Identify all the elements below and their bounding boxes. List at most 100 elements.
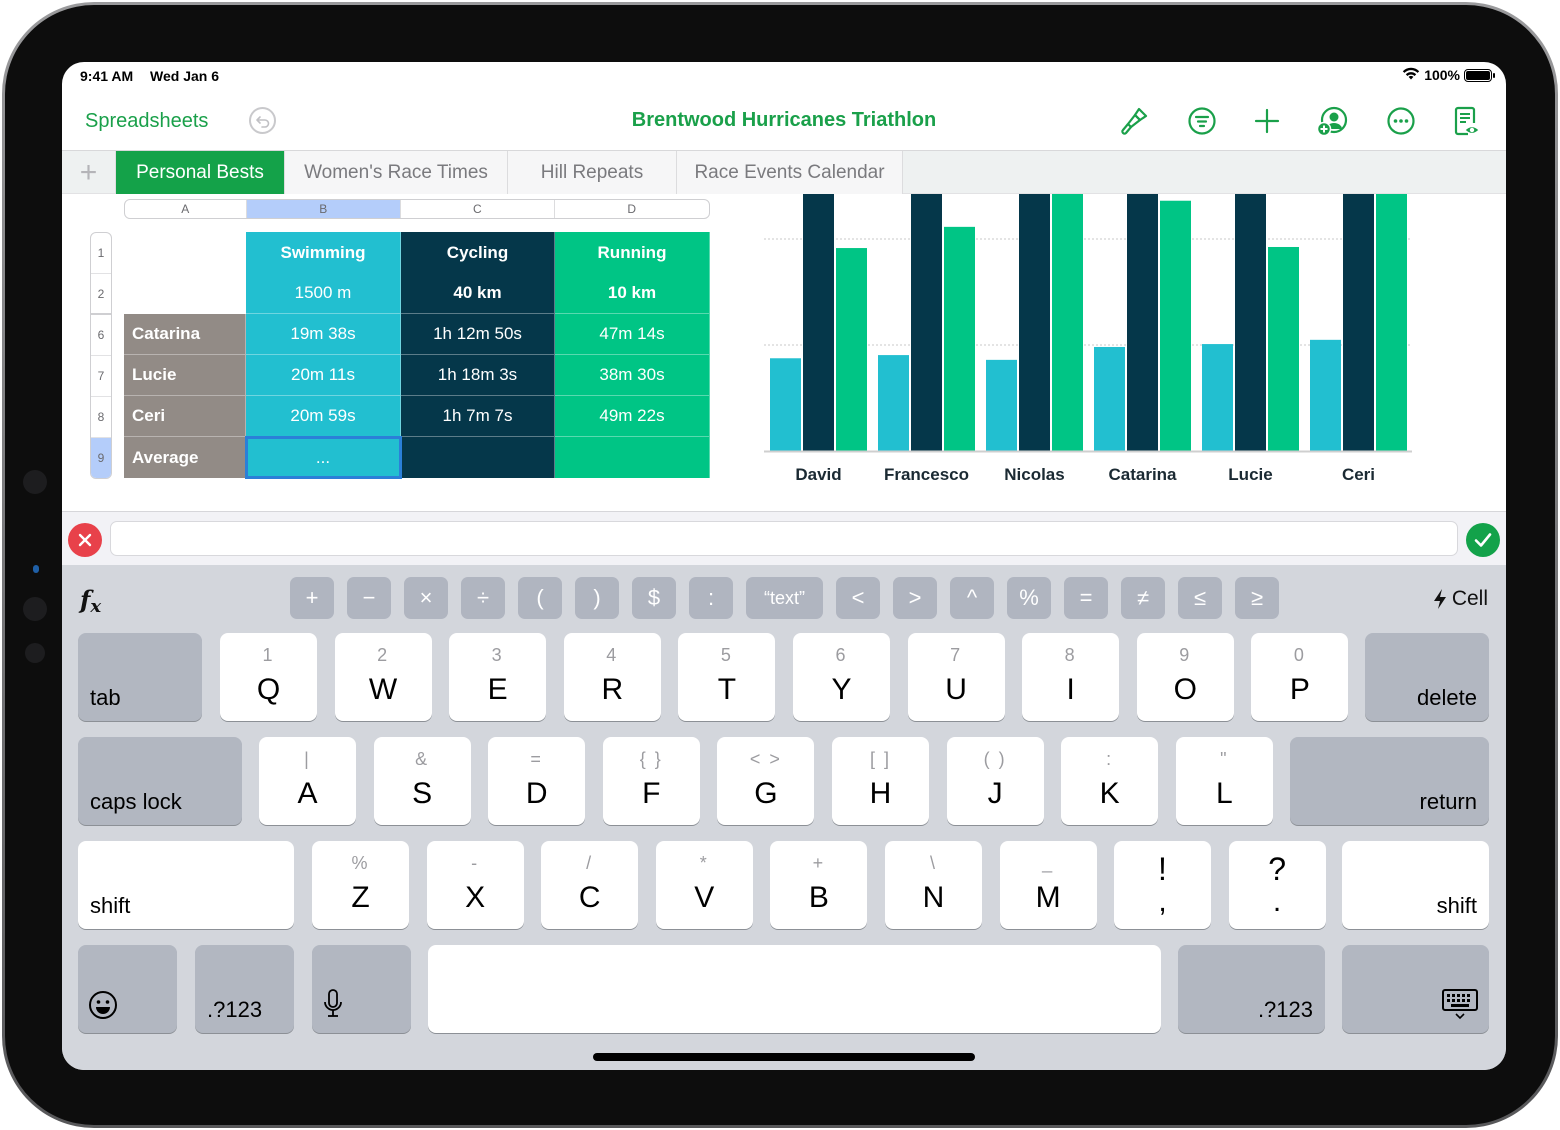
key-n[interactable]: \ N: [885, 841, 982, 929]
key-e[interactable]: 3E: [449, 633, 547, 721]
run-time[interactable]: 47m 14s: [555, 314, 710, 355]
column-header-d[interactable]: D: [555, 200, 709, 218]
key-h[interactable]: [ ] H: [832, 737, 929, 825]
add-icon[interactable]: [1250, 104, 1284, 138]
emoji-key[interactable]: [78, 945, 177, 1033]
distance-running[interactable]: 10 km: [555, 273, 710, 314]
operator-key-text[interactable]: “text”: [746, 577, 823, 619]
add-sheet-button[interactable]: +: [62, 151, 116, 194]
cancel-formula-button[interactable]: [68, 523, 102, 557]
key-p[interactable]: 0P: [1251, 633, 1349, 721]
shift-left-key[interactable]: shift: [78, 841, 294, 929]
distance-swimming[interactable]: 1500 m: [246, 273, 401, 314]
bar-cycling-francesco[interactable]: [911, 194, 942, 451]
tab-race-events-calendar[interactable]: Race Events Calendar: [677, 151, 903, 194]
shift-right-key[interactable]: shift: [1342, 841, 1489, 929]
bar-swimming-francesco[interactable]: [878, 355, 909, 451]
accept-formula-button[interactable]: [1466, 523, 1500, 557]
bar-swimming-david[interactable]: [770, 358, 801, 451]
column-header-b[interactable]: B: [246, 200, 402, 218]
dictation-key[interactable]: [312, 945, 411, 1033]
swim-time[interactable]: 19m 38s: [246, 314, 401, 355]
key-f[interactable]: { } F: [602, 737, 700, 825]
column-header-c[interactable]: C: [401, 200, 555, 218]
bar-cycling-david[interactable]: [803, 194, 834, 451]
bar-swimming-nicolas[interactable]: [986, 359, 1017, 451]
bar-swimming-catarina[interactable]: [1094, 346, 1125, 451]
row-header[interactable]: 2: [91, 274, 111, 315]
key-z[interactable]: % Z: [312, 841, 409, 929]
run-time[interactable]: 49m 22s: [555, 396, 710, 437]
collaborate-icon[interactable]: [1315, 104, 1349, 138]
row-header[interactable]: 6: [91, 315, 111, 356]
operator-key-close-paren[interactable]: ): [575, 577, 619, 619]
bar-running-catarina[interactable]: [1160, 200, 1191, 451]
row-header[interactable]: 8: [91, 397, 111, 438]
average-running[interactable]: [555, 437, 710, 478]
cell-reference-button[interactable]: Cell: [1432, 587, 1488, 611]
header-cycling[interactable]: Cycling: [401, 232, 555, 273]
key-o[interactable]: 9O: [1136, 633, 1234, 721]
bar-swimming-lucie[interactable]: [1202, 344, 1233, 451]
row-header-selected[interactable]: 9: [91, 438, 111, 478]
key-w[interactable]: 2W: [334, 633, 432, 721]
operator-key-percent[interactable]: %: [1007, 577, 1051, 619]
operator-key-less-equal[interactable]: ≤: [1178, 577, 1222, 619]
key-r[interactable]: 4R: [563, 633, 661, 721]
operator-key-equals[interactable]: =: [1064, 577, 1108, 619]
caps-lock-key[interactable]: caps lock: [78, 737, 242, 825]
formula-input[interactable]: [110, 521, 1458, 556]
bar-cycling-lucie[interactable]: [1235, 194, 1266, 451]
bar-running-lucie[interactable]: [1268, 246, 1299, 451]
row-header[interactable]: 7: [91, 356, 111, 397]
numbers-key-right[interactable]: .?123: [1178, 945, 1325, 1033]
tab-womens-race-times[interactable]: Women's Race Times: [285, 151, 508, 194]
key-m[interactable]: _ M: [999, 841, 1097, 929]
key-q[interactable]: 1Q: [220, 633, 317, 721]
format-brush-icon[interactable]: [1117, 104, 1151, 138]
average-cycling[interactable]: [401, 437, 555, 478]
bar-running-nicolas[interactable]: [1052, 194, 1083, 451]
bar-running-francesco[interactable]: [944, 226, 975, 451]
bar-cycling-catarina[interactable]: [1127, 194, 1158, 451]
home-indicator[interactable]: [593, 1053, 975, 1061]
key-y[interactable]: 6Y: [793, 633, 890, 721]
swim-time[interactable]: 20m 11s: [246, 355, 401, 396]
average-label[interactable]: Average: [124, 437, 246, 478]
operator-key-dollar[interactable]: $: [632, 577, 676, 619]
sort-filter-icon[interactable]: [1185, 104, 1219, 138]
bar-cycling-nicolas[interactable]: [1019, 194, 1050, 451]
function-button[interactable]: fx: [80, 585, 101, 617]
key-s[interactable]: & S: [373, 737, 471, 825]
tab-hill-repeats[interactable]: Hill Repeats: [508, 151, 677, 194]
column-header-a[interactable]: A: [125, 200, 247, 218]
cycle-time[interactable]: 1h 7m 7s: [401, 396, 555, 437]
cycle-time[interactable]: 1h 18m 3s: [401, 355, 555, 396]
key-d[interactable]: = D: [488, 737, 586, 825]
athlete-name[interactable]: Ceri: [124, 396, 246, 437]
bar-cycling-ceri[interactable]: [1343, 194, 1374, 451]
bar-running-david[interactable]: [836, 248, 867, 451]
operator-key-greater-equal[interactable]: ≥: [1235, 577, 1279, 619]
header-running[interactable]: Running: [555, 232, 710, 273]
key-a[interactable]: | A: [259, 737, 356, 825]
return-key[interactable]: return: [1290, 737, 1489, 825]
key-t[interactable]: 5T: [678, 633, 776, 721]
operator-key-minus[interactable]: −: [347, 577, 391, 619]
key-j[interactable]: ( ) J: [946, 737, 1044, 825]
key-u[interactable]: 7U: [907, 633, 1005, 721]
reading-view-icon[interactable]: [1449, 104, 1483, 138]
key-x[interactable]: -X: [426, 841, 524, 929]
empty-cell[interactable]: [124, 232, 246, 273]
key-b[interactable]: + B: [770, 841, 868, 929]
athlete-name[interactable]: Lucie: [124, 355, 246, 396]
delete-key[interactable]: delete: [1365, 633, 1489, 721]
distance-cycling[interactable]: 40 km: [401, 273, 555, 314]
operator-key-greater-than[interactable]: >: [893, 577, 937, 619]
key-k[interactable]: :K: [1061, 737, 1159, 825]
operator-key-not-equal[interactable]: ≠: [1121, 577, 1165, 619]
key-c[interactable]: / C: [541, 841, 639, 929]
operator-key-divide[interactable]: ÷: [461, 577, 505, 619]
bar-chart[interactable]: David Francesco Nicolas Catarina Lucie Ceri: [752, 194, 1452, 514]
operator-key-caret[interactable]: ^: [950, 577, 994, 619]
